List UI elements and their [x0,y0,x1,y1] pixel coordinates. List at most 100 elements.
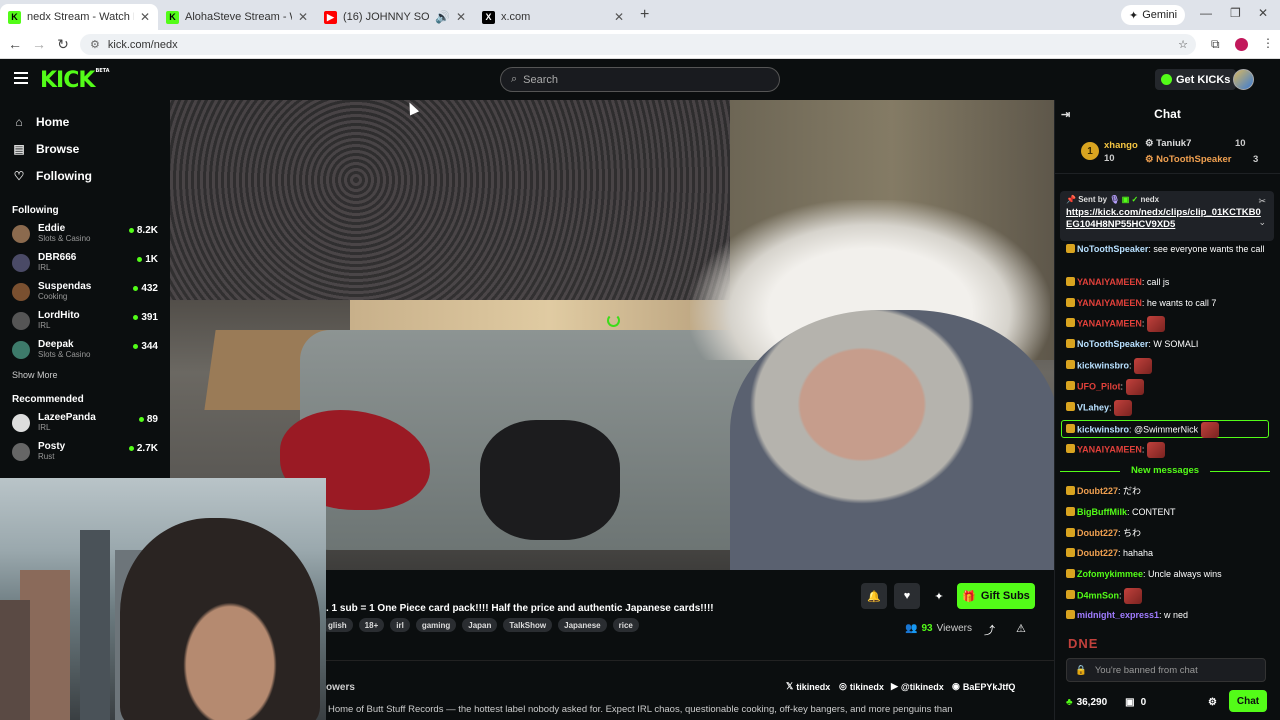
browser-tab[interactable]: K nedx Stream - Watch Live on Ki ✕ [0,4,158,30]
chat-send-button[interactable]: Chat [1229,690,1267,712]
report-icon[interactable]: ⚠ [1016,622,1026,635]
chat-username[interactable]: Doubt227 [1077,548,1118,558]
chat-username[interactable]: NoToothSpeaker [1077,244,1148,254]
chat-username[interactable]: YANAIYAMEEN [1077,444,1142,454]
browser-menu-icon[interactable]: ⋮ [1262,36,1274,50]
back-icon[interactable]: ← [3,36,27,52]
chat-username[interactable]: Zofomykimmee [1077,569,1143,579]
emote-bar[interactable]: DNE [1068,636,1098,651]
browser-tab[interactable]: ▶ (16) JOHNNY SOMALI LIVE 🔊 ✕ [316,4,474,30]
chat-message[interactable]: BigBuffMilk: CONTENT [1066,506,1266,519]
menu-icon[interactable] [14,72,28,84]
chat-message[interactable]: NoToothSpeaker: see everyone wants the c… [1066,243,1266,256]
forward-icon[interactable]: → [27,36,51,52]
tag-irl[interactable]: irl [390,618,410,632]
follow-button[interactable]: ♥ [894,583,920,609]
tag-gaming[interactable]: gaming [415,618,457,632]
chat-message[interactable]: YANAIYAMEEN: he wants to call 7 [1066,297,1266,310]
chat-username[interactable]: YANAIYAMEEN [1077,298,1142,308]
tag-rice[interactable]: rice [612,618,639,632]
chevron-down-icon[interactable]: ⌄ [1258,217,1266,228]
new-tab-icon[interactable]: + [640,6,649,24]
chat-username[interactable]: Doubt227 [1077,486,1118,496]
close-tab-icon[interactable]: ✕ [298,10,308,24]
sidebar-channel[interactable]: Deepak Slots & Casino 344 [0,335,170,364]
search-input[interactable] [523,73,754,86]
sidebar-channel[interactable]: Posty Rust 2.7K [0,437,170,466]
user-avatar[interactable] [1233,69,1254,90]
sidebar-channel[interactable]: LazeePanda IRL 89 [0,408,170,437]
get-kicks-button[interactable]: Get KICKs [1155,69,1237,90]
notification-bell-button[interactable]: 🔔 [861,583,887,609]
sidebar-channel[interactable]: Suspendas Cooking 432 [0,277,170,306]
sidebar-channel[interactable]: DBR666 IRL 1K [0,248,170,277]
chat-username[interactable]: BigBuffMilk [1077,507,1127,517]
chat-username[interactable]: YANAIYAMEEN [1077,277,1142,287]
tag-japanese[interactable]: Japanese [558,618,607,632]
chat-message[interactable]: YANAIYAMEEN: call js [1066,276,1266,289]
show-more-link[interactable]: Show More [0,366,170,384]
gifts-count[interactable]: 0 [1141,697,1147,708]
chat-message[interactable]: Doubt227: ちわ [1066,527,1266,540]
chat-username[interactable]: YANAIYAMEEN [1077,318,1142,328]
chat-message[interactable]: VLahey: [1066,400,1266,416]
search-bar[interactable]: ⌕ [500,67,780,92]
chat-message[interactable]: YANAIYAMEEN: [1066,316,1266,332]
profile-avatar[interactable] [1235,38,1248,51]
gift-subs-button[interactable]: 🎁 Gift Subs [957,583,1035,609]
social-link[interactable]: ◎ tikinedx [839,681,884,692]
chat-username[interactable]: kickwinsbro [1077,360,1129,370]
chat-message[interactable]: UFO_Pilot: [1066,379,1266,395]
kick-logo[interactable]: KICKBETA [40,68,110,93]
tag-japan[interactable]: Japan [462,618,498,632]
close-window-icon[interactable]: ✕ [1258,6,1268,20]
pinned-link[interactable]: https://kick.com/nedx/clips/clip_01KCTKB… [1066,207,1262,231]
maximize-icon[interactable]: ❐ [1230,6,1241,20]
leader-name[interactable]: xhango [1104,140,1138,151]
nav-following[interactable]: ♡ Following [0,162,170,189]
tag-glish[interactable]: glish [322,618,353,632]
chat-message[interactable]: kickwinsbro: [1066,358,1266,374]
social-link[interactable]: ▶ @tikinedx [891,681,944,692]
browser-tab[interactable]: K AlohaSteve Stream - Watch Live ✕ [158,4,316,30]
chat-message[interactable]: NoToothSpeaker: W SOMALI [1066,338,1266,351]
nav-home[interactable]: ⌂ Home [0,108,170,135]
chat-username[interactable]: UFO_Pilot [1077,381,1121,391]
unpin-icon[interactable]: ✂ [1258,196,1266,207]
reload-icon[interactable]: ↻ [51,36,75,53]
chat-username[interactable]: VLahey [1077,402,1109,412]
chat-message[interactable]: midnight_express1: w ned [1066,609,1266,622]
sidebar-channel[interactable]: Eddie Slots & Casino 8.2K [0,219,170,248]
chat-message[interactable]: Doubt227: hahaha [1066,547,1266,560]
chat-username[interactable]: Doubt227 [1077,528,1118,538]
new-messages-divider[interactable]: New messages [1060,465,1270,477]
social-link[interactable]: 𝕏tikinedx [786,681,830,692]
close-tab-icon[interactable]: ✕ [140,10,150,24]
sparkle-button[interactable]: ✦ [926,583,952,609]
chat-username[interactable]: NoToothSpeaker [1077,339,1148,349]
minimize-icon[interactable]: — [1200,6,1212,20]
chat-username[interactable]: D4mnSon [1077,590,1119,600]
leader-2-entry[interactable]: ⚙ Taniuk7 [1145,138,1191,149]
chat-username[interactable]: kickwinsbro [1077,424,1129,434]
tag-18[interactable]: 18+ [358,618,385,632]
chat-message[interactable]: D4mnSon: [1066,588,1266,604]
extensions-icon[interactable]: ⧉ [1211,37,1220,52]
gemini-button[interactable]: ✦ Gemini [1121,5,1186,25]
chat-message[interactable]: YANAIYAMEEN: [1066,442,1266,458]
browser-tab[interactable]: X x.com ✕ [474,4,632,30]
speaker-icon[interactable]: 🔊 [435,10,450,24]
tag-talkshow[interactable]: TalkShow [503,618,553,632]
close-tab-icon[interactable]: ✕ [614,10,624,24]
bookmark-star-icon[interactable]: ☆ [1178,38,1188,51]
collapse-chat-icon[interactable]: ⇥ [1061,108,1070,121]
address-bar[interactable]: ⚙ kick.com/nedx ☆ [80,34,1196,55]
chat-message[interactable]: Doubt227: だわ [1066,485,1266,498]
chat-username[interactable]: midnight_express1 [1077,610,1159,620]
share-icon[interactable]: ⤴ [984,622,995,638]
sidebar-channel[interactable]: LordHito IRL 391 [0,306,170,335]
chat-message[interactable]: kickwinsbro: @SwimmerNick [1066,422,1266,438]
leader-3-entry[interactable]: ⚙ NoToothSpeaker [1145,154,1231,165]
chat-message[interactable]: Zofomykimmee: Uncle always wins [1066,568,1266,581]
nav-browse[interactable]: ▤ Browse [0,135,170,162]
